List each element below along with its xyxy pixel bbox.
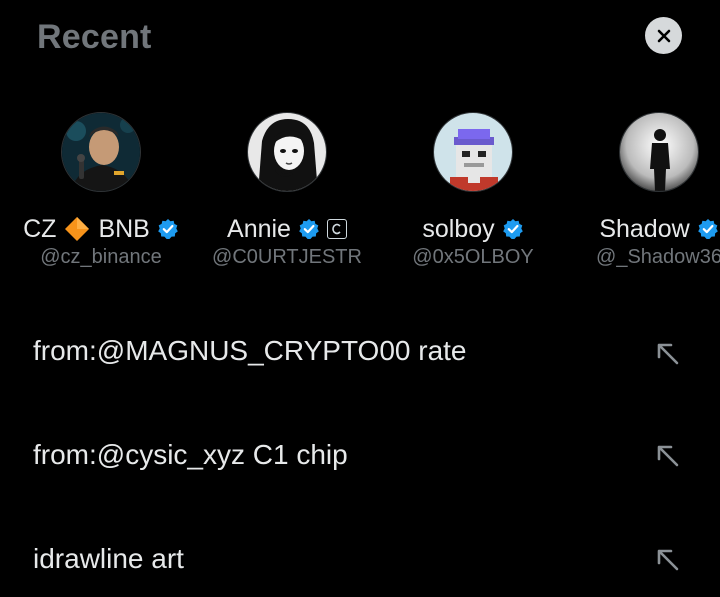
search-query-text: from:@MAGNUS_CRYPTO00 rate	[33, 335, 467, 366]
orange-diamond-icon	[64, 216, 90, 242]
account-handle: @cz_binance	[40, 246, 162, 268]
recent-search-item[interactable]: from:@cysic_xyz C1 chip	[0, 406, 720, 506]
account-name: Annie	[227, 214, 347, 244]
verified-badge-icon	[502, 218, 524, 240]
account-name: solboy	[422, 214, 523, 244]
account-card[interactable]: Shadow @_Shadow36	[549, 112, 720, 269]
avatar	[61, 112, 141, 192]
account-handle: @0x5OLBOY	[412, 246, 534, 268]
avatar	[433, 112, 513, 192]
recent-search-panel: Recent CZ BNB @cz_binance Annie @C0URTJE…	[0, 0, 720, 597]
search-query-text: from:@cysic_xyz C1 chip	[33, 439, 348, 470]
avatar	[619, 112, 699, 192]
affiliate-badge-icon	[326, 219, 347, 239]
recent-search-item[interactable]: from:@MAGNUS_CRYPTO00 rate	[0, 302, 720, 402]
verified-badge-icon	[298, 218, 320, 240]
fill-search-arrow-icon[interactable]	[655, 341, 681, 367]
search-query-text: idrawline art	[33, 543, 184, 574]
fill-search-arrow-icon[interactable]	[655, 443, 681, 469]
account-handle: @_Shadow36	[596, 246, 720, 268]
account-handle: @C0URTJESTR	[212, 246, 362, 268]
avatar	[247, 112, 327, 192]
recent-accounts-carousel: CZ BNB @cz_binance Annie @C0URTJESTR sol…	[0, 0, 720, 300]
account-name: CZ BNB	[23, 214, 179, 244]
verified-badge-icon	[697, 218, 719, 240]
verified-badge-icon	[157, 218, 179, 240]
recent-search-item[interactable]: idrawline art	[0, 510, 720, 597]
account-name: Shadow	[599, 214, 718, 244]
fill-search-arrow-icon[interactable]	[655, 547, 681, 573]
